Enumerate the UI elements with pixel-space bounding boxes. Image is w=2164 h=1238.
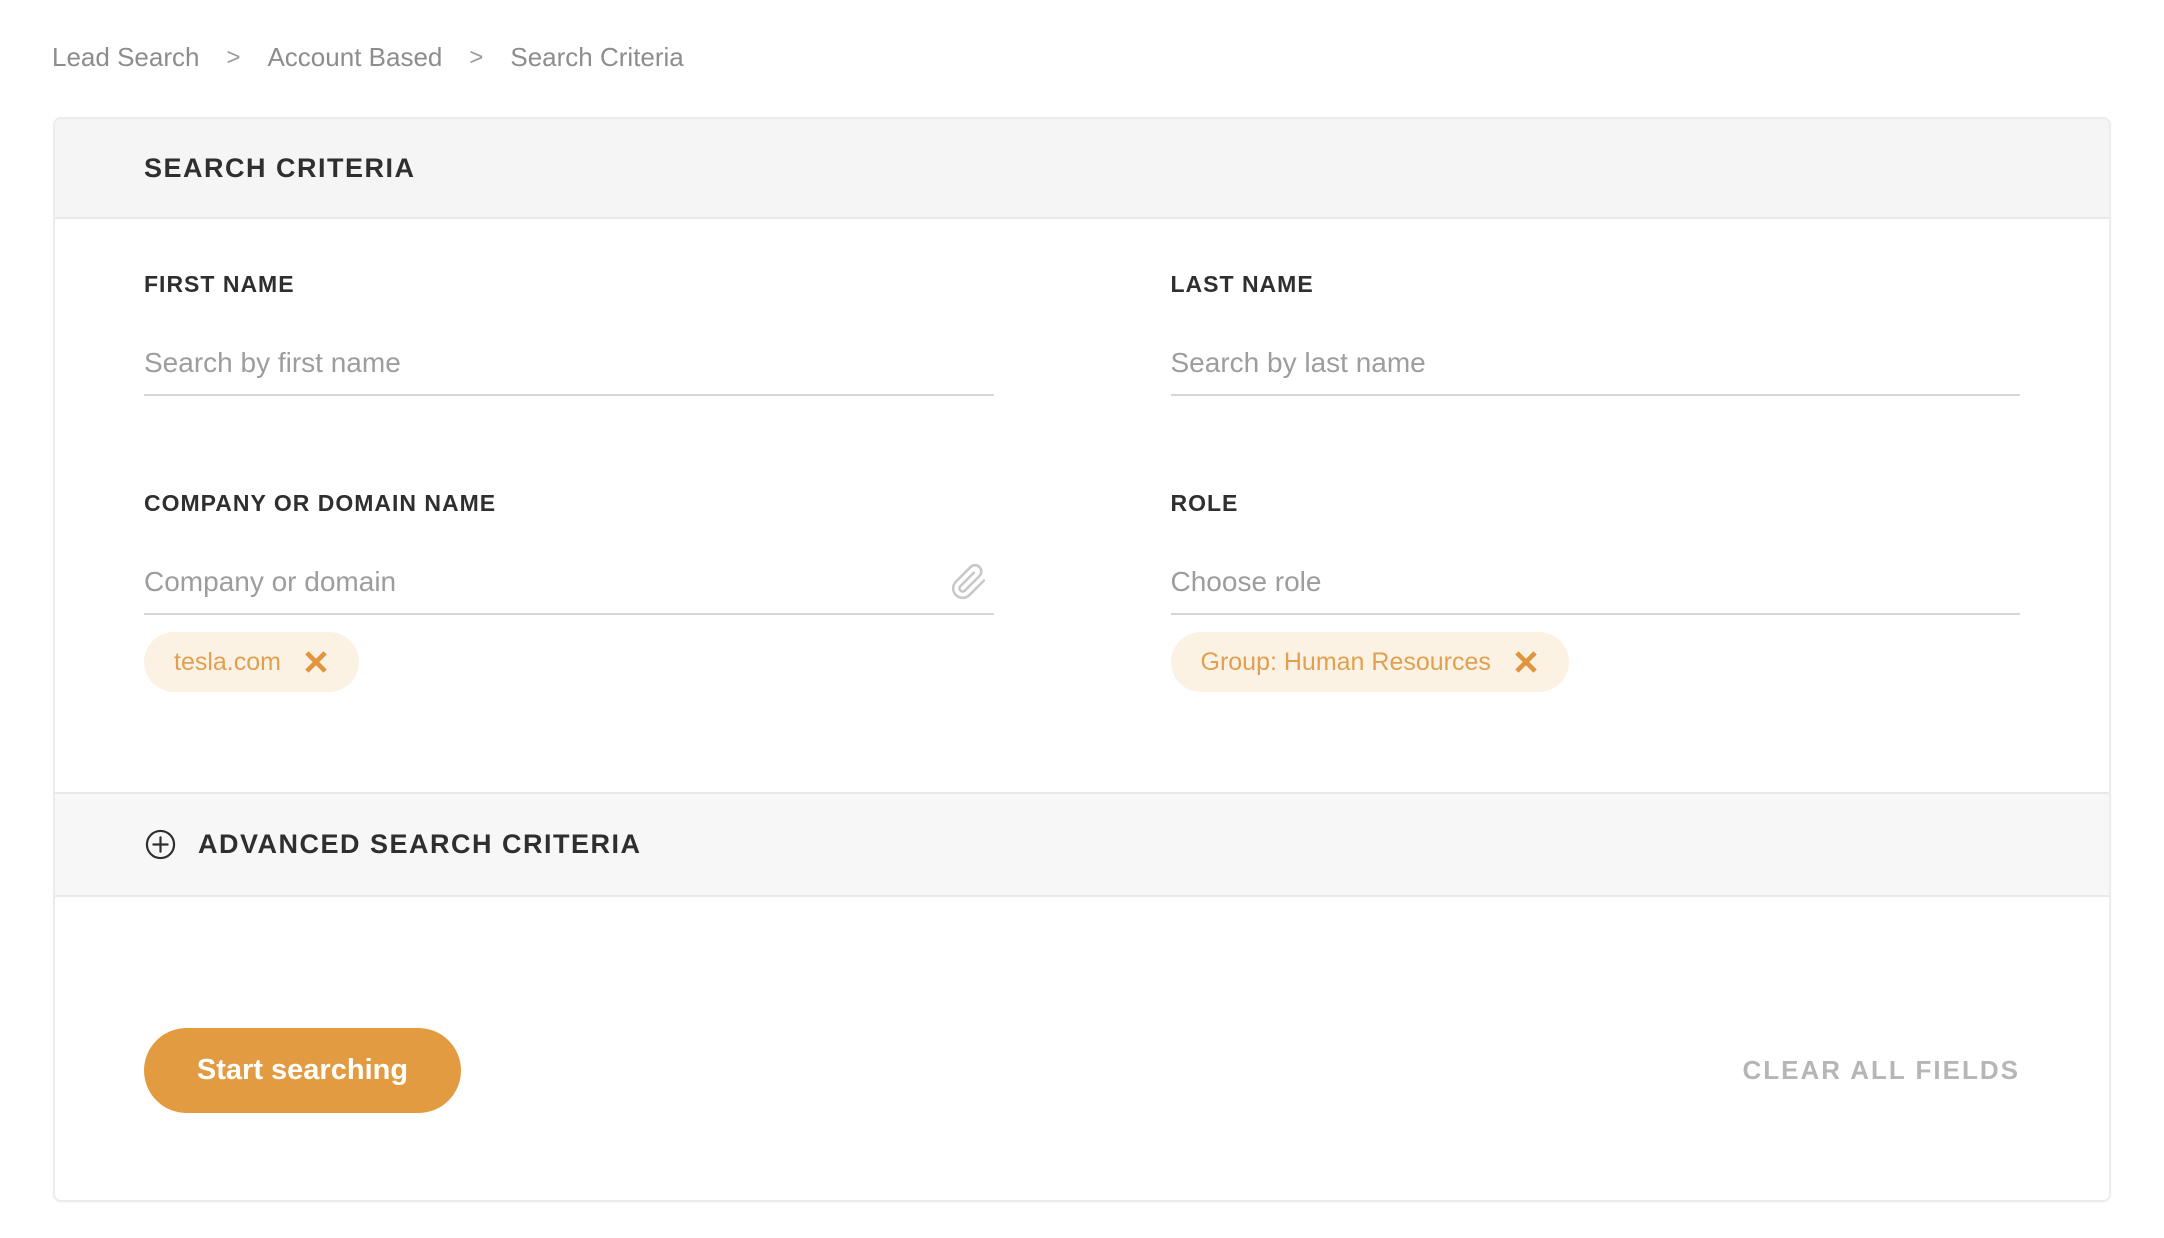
paperclip-icon[interactable] (950, 563, 988, 601)
role-label: ROLE (1170, 490, 1239, 516)
search-criteria-card: SEARCH CRITERIA FIRST NAME LAST NAME COM… (53, 117, 2111, 1202)
company-label: COMPANY OR DOMAIN NAME (144, 490, 497, 516)
last-name-field-group: LAST NAME (1170, 271, 2020, 396)
card-header: SEARCH CRITERIA (55, 119, 2109, 219)
tag-group-human-resources: Group: Human Resources (1170, 632, 1569, 692)
search-form: FIRST NAME LAST NAME COMPANY OR DOMAIN N… (55, 219, 2109, 692)
tag-label: Group: Human Resources (1200, 647, 1491, 676)
tag-remove-icon[interactable] (303, 649, 329, 675)
role-input[interactable] (1170, 565, 2020, 615)
first-name-label: FIRST NAME (144, 271, 295, 297)
form-row-names: FIRST NAME LAST NAME (144, 272, 2020, 396)
clear-all-fields-button[interactable]: CLEAR ALL FIELDS (1742, 1028, 2020, 1113)
card-title: SEARCH CRITERIA (144, 152, 416, 183)
breadcrumb-separator-icon: > (226, 43, 241, 71)
breadcrumb-search-criteria: Search Criteria (510, 42, 684, 72)
circle-plus-icon (145, 829, 176, 860)
role-field-group: ROLE Group: Human Resources (1170, 490, 2021, 692)
breadcrumb-lead-search[interactable]: Lead Search (52, 42, 199, 73)
first-name-field-group: FIRST NAME (144, 272, 994, 396)
tag-remove-icon[interactable] (1513, 649, 1539, 675)
advanced-search-criteria-label: ADVANCED SEARCH CRITERIA (198, 829, 642, 859)
company-input[interactable] (144, 565, 994, 615)
start-searching-button[interactable]: Start searching (144, 1028, 461, 1113)
last-name-label: LAST NAME (1170, 271, 1314, 297)
role-tags: Group: Human Resources (1170, 632, 2021, 692)
company-tags: tesla.com (144, 632, 994, 692)
breadcrumb-account-based[interactable]: Account Based (267, 42, 442, 73)
last-name-input[interactable] (1170, 346, 2020, 396)
breadcrumb-separator-icon: > (469, 43, 484, 71)
breadcrumb: Lead Search > Account Based > Search Cri… (52, 42, 684, 73)
tag-label: tesla.com (174, 647, 281, 676)
card-footer: Start searching CLEAR ALL FIELDS (55, 897, 2109, 1200)
first-name-input[interactable] (144, 346, 994, 396)
advanced-search-criteria-toggle[interactable]: ADVANCED SEARCH CRITERIA (55, 792, 2109, 897)
form-row-company-role: COMPANY OR DOMAIN NAME tesla.com (144, 491, 2020, 692)
company-field-group: COMPANY OR DOMAIN NAME tesla.com (144, 491, 994, 692)
tag-tesla-com: tesla.com (144, 632, 359, 692)
